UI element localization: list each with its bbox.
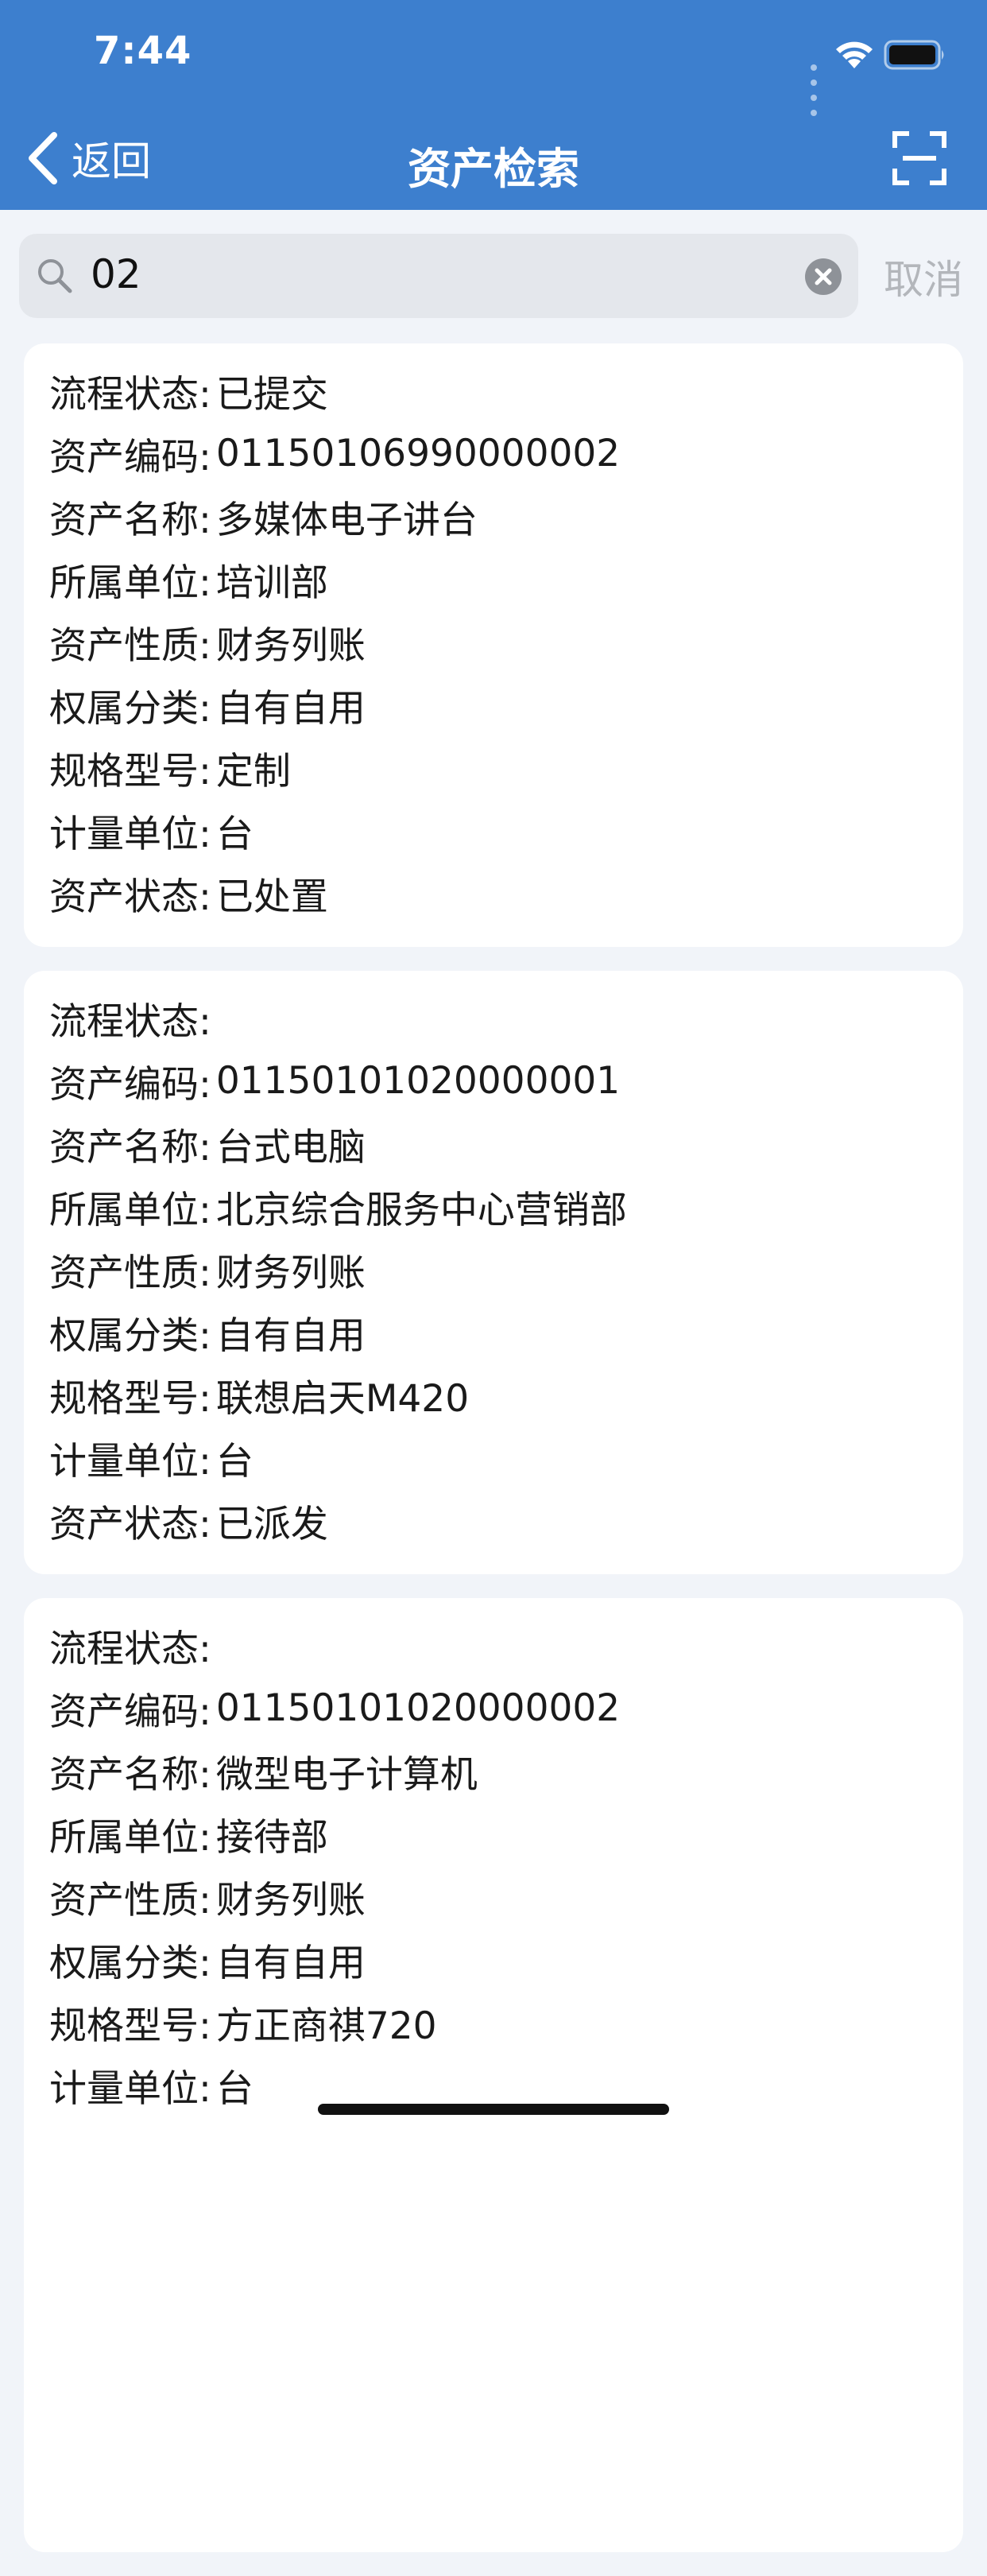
asset-name-value: 台式电脑 xyxy=(215,1126,366,1170)
unit-label: 所属单位: xyxy=(49,1816,211,1860)
unit-row: 所属单位: 接待部 xyxy=(49,1802,938,1865)
search-query: 02 xyxy=(91,251,141,297)
status-bar: 7:44 xyxy=(0,0,987,116)
model-row: 规格型号: 联想启天M420 xyxy=(49,1364,938,1426)
ownership-value: 自有自用 xyxy=(215,1942,366,1985)
unit-row: 所属单位: 培训部 xyxy=(49,548,938,611)
asset-status-label: 资产状态: xyxy=(49,875,211,919)
scan-button[interactable] xyxy=(892,130,947,186)
asset-status-row: 资产状态: 已派发 xyxy=(49,1489,938,1552)
measure-label: 计量单位: xyxy=(49,1440,211,1484)
asset-code-value: 01150106990000002 xyxy=(215,432,621,475)
asset-status-value: 已处置 xyxy=(215,875,328,919)
ownership-row: 权属分类: 自有自用 xyxy=(49,673,938,736)
asset-status-label: 资产状态: xyxy=(49,1503,211,1546)
unit-value: 接待部 xyxy=(215,1816,328,1860)
model-value: 联想启天M420 xyxy=(215,1377,470,1421)
model-value: 定制 xyxy=(215,750,291,793)
asset-status-value: 已派发 xyxy=(215,1503,328,1546)
measure-row: 计量单位: 台 xyxy=(49,1426,938,1489)
model-label: 规格型号: xyxy=(49,1377,211,1421)
process-status-row: 流程状态: xyxy=(49,1614,938,1677)
wifi-icon xyxy=(833,38,876,73)
search-row: 02 取消 xyxy=(0,210,987,329)
ownership-label: 权属分类: xyxy=(49,687,211,731)
asset-code-label: 资产编码: xyxy=(49,436,211,479)
ownership-row: 权属分类: 自有自用 xyxy=(49,1928,938,1991)
process-status-value: 已提交 xyxy=(215,373,328,417)
asset-list: 流程状态: 已提交 资产编码: 01150106990000002 资产名称: … xyxy=(24,343,963,2576)
clear-search-icon[interactable] xyxy=(804,258,842,299)
asset-card[interactable]: 流程状态: 资产编码: 01150101020000001 资产名称: 台式电脑… xyxy=(24,971,963,1574)
measure-value: 台 xyxy=(215,1440,254,1484)
asset-code-value: 01150101020000002 xyxy=(215,1686,621,1730)
measure-row: 计量单位: 台 xyxy=(49,799,938,862)
unit-value: 北京综合服务中心营销部 xyxy=(215,1189,627,1232)
asset-name-label: 资产名称: xyxy=(49,1126,211,1170)
asset-name-label: 资产名称: xyxy=(49,499,211,542)
asset-name-row: 资产名称: 多媒体电子讲台 xyxy=(49,485,938,548)
unit-label: 所属单位: xyxy=(49,1189,211,1232)
asset-code-row: 资产编码: 01150101020000001 xyxy=(49,1049,938,1112)
ownership-row: 权属分类: 自有自用 xyxy=(49,1301,938,1364)
measure-label: 计量单位: xyxy=(49,2067,211,2111)
asset-status-row: 资产状态: 已处置 xyxy=(49,862,938,925)
process-status-label: 流程状态: xyxy=(49,373,211,417)
process-status-label: 流程状态: xyxy=(49,1627,211,1671)
asset-name-value: 多媒体电子讲台 xyxy=(215,499,478,542)
asset-code-label: 资产编码: xyxy=(49,1063,211,1107)
model-row: 规格型号: 定制 xyxy=(49,736,938,799)
process-status-row: 流程状态: xyxy=(49,987,938,1049)
unit-value: 培训部 xyxy=(215,561,328,605)
nature-label: 资产性质: xyxy=(49,1879,211,1922)
cancel-button[interactable]: 取消 xyxy=(884,248,963,305)
unit-row: 所属单位: 北京综合服务中心营销部 xyxy=(49,1175,938,1238)
model-label: 规格型号: xyxy=(49,750,211,793)
search-input[interactable]: 02 xyxy=(19,234,858,318)
battery-icon xyxy=(884,40,947,73)
page-title: 资产检索 xyxy=(408,144,579,194)
nature-row: 资产性质: 财务列账 xyxy=(49,611,938,673)
measure-value: 台 xyxy=(215,2067,254,2111)
model-row: 规格型号: 方正商祺720 xyxy=(49,1991,938,2054)
model-label: 规格型号: xyxy=(49,2004,211,2048)
nature-value: 财务列账 xyxy=(215,624,366,668)
process-status-label: 流程状态: xyxy=(49,1000,211,1044)
asset-name-row: 资产名称: 台式电脑 xyxy=(49,1112,938,1175)
nature-label: 资产性质: xyxy=(49,624,211,668)
nature-row: 资产性质: 财务列账 xyxy=(49,1865,938,1928)
asset-name-row: 资产名称: 微型电子计算机 xyxy=(49,1740,938,1802)
nav-bar: 返回 资产检索 xyxy=(0,119,987,199)
asset-card[interactable]: 流程状态: 已提交 资产编码: 01150106990000002 资产名称: … xyxy=(24,343,963,947)
scan-icon xyxy=(892,131,946,185)
cellular-signal-icon xyxy=(811,59,820,119)
unit-label: 所属单位: xyxy=(49,561,211,605)
measure-label: 计量单位: xyxy=(49,813,211,856)
home-indicator[interactable] xyxy=(318,2104,669,2115)
nature-value: 财务列账 xyxy=(215,1251,366,1295)
process-status-row: 流程状态: 已提交 xyxy=(49,359,938,422)
asset-code-row: 资产编码: 01150106990000002 xyxy=(49,422,938,485)
ownership-label: 权属分类: xyxy=(49,1314,211,1358)
ownership-value: 自有自用 xyxy=(215,1314,366,1358)
asset-code-row: 资产编码: 01150101020000002 xyxy=(49,1677,938,1740)
asset-card[interactable]: 流程状态: 资产编码: 01150101020000002 资产名称: 微型电子… xyxy=(24,1598,963,2552)
nature-label: 资产性质: xyxy=(49,1251,211,1295)
nature-row: 资产性质: 财务列账 xyxy=(49,1238,938,1301)
model-value: 方正商祺720 xyxy=(215,2004,437,2048)
asset-name-label: 资产名称: xyxy=(49,1753,211,1797)
ownership-value: 自有自用 xyxy=(215,687,366,731)
nature-value: 财务列账 xyxy=(215,1879,366,1922)
app-header: 7:44 返回 资产检索 xyxy=(0,0,987,210)
measure-value: 台 xyxy=(215,813,254,856)
search-icon xyxy=(35,256,75,299)
ownership-label: 权属分类: xyxy=(49,1942,211,1985)
asset-code-label: 资产编码: xyxy=(49,1690,211,1734)
asset-name-value: 微型电子计算机 xyxy=(215,1753,478,1797)
status-time: 7:44 xyxy=(94,29,192,73)
asset-code-value: 01150101020000001 xyxy=(215,1059,621,1103)
